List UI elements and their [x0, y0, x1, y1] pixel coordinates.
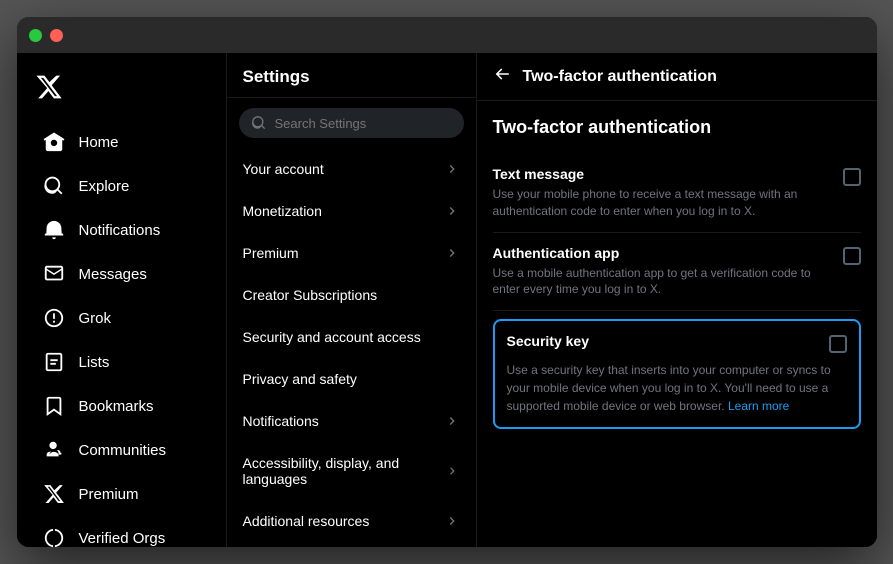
sidebar-logo[interactable]: [17, 63, 226, 120]
security-key-checkbox[interactable]: [829, 335, 847, 353]
search-input[interactable]: [275, 116, 452, 131]
chevron-right-icon: [444, 203, 460, 219]
sidebar-label-verified-orgs: Verified Orgs: [79, 530, 166, 547]
text-message-text: Text message Use your mobile phone to re…: [493, 166, 831, 220]
settings-label: Monetization: [243, 203, 322, 219]
security-key-box: Security key Use a security key that ins…: [493, 319, 861, 429]
sidebar-label-communities: Communities: [79, 442, 167, 459]
sidebar-item-messages[interactable]: Messages: [25, 253, 218, 295]
sidebar-item-lists[interactable]: Lists: [25, 341, 218, 383]
sidebar-item-verified-orgs[interactable]: Verified Orgs: [25, 517, 218, 547]
settings-item-help-center[interactable]: Help Center: [227, 542, 476, 547]
settings-title: Settings: [227, 53, 476, 98]
app-window: Home Explore Notifications Messages Grok: [17, 17, 877, 547]
settings-item-additional-resources[interactable]: Additional resources: [227, 500, 476, 542]
settings-item-premium[interactable]: Premium: [227, 232, 476, 274]
security-key-header: Security key: [507, 333, 847, 353]
back-button[interactable]: [493, 65, 511, 88]
settings-item-accessibility[interactable]: Accessibility, display, and languages: [227, 442, 476, 500]
settings-item-privacy[interactable]: Privacy and safety: [227, 358, 476, 400]
text-message-checkbox[interactable]: [843, 168, 861, 186]
sidebar-label-explore: Explore: [79, 178, 130, 195]
sidebar-label-home: Home: [79, 134, 119, 151]
traffic-light-green[interactable]: [29, 29, 42, 42]
settings-label: Accessibility, display, and languages: [243, 455, 446, 487]
sidebar-item-home[interactable]: Home: [25, 121, 218, 163]
text-message-label: Text message: [493, 166, 831, 182]
titlebar: [17, 17, 877, 53]
sidebar-label-notifications: Notifications: [79, 222, 161, 239]
settings-item-creator-subscriptions[interactable]: Creator Subscriptions: [227, 274, 476, 316]
sidebar-item-explore[interactable]: Explore: [25, 165, 218, 207]
settings-item-your-account[interactable]: Your account: [227, 148, 476, 190]
text-message-option: Text message Use your mobile phone to re…: [493, 154, 861, 233]
learn-more-link[interactable]: Learn more: [728, 399, 789, 413]
search-bar[interactable]: [239, 108, 464, 138]
search-icon: [251, 115, 267, 131]
sidebar-label-bookmarks: Bookmarks: [79, 398, 154, 415]
sidebar-label-lists: Lists: [79, 354, 110, 371]
settings-item-monetization[interactable]: Monetization: [227, 190, 476, 232]
sidebar-item-communities[interactable]: Communities: [25, 429, 218, 471]
chevron-right-icon: [444, 161, 460, 177]
app-container: Home Explore Notifications Messages Grok: [17, 53, 877, 547]
settings-panel: Settings Your account Monetization Premi…: [227, 53, 477, 547]
sidebar-label-premium: Premium: [79, 486, 139, 503]
settings-item-notifications[interactable]: Notifications: [227, 400, 476, 442]
sidebar-label-messages: Messages: [79, 266, 147, 283]
sidebar-item-grok[interactable]: Grok: [25, 297, 218, 339]
section-title: Two-factor authentication: [493, 117, 861, 138]
auth-app-label: Authentication app: [493, 245, 831, 261]
security-key-label: Security key: [507, 333, 590, 349]
settings-label: Creator Subscriptions: [243, 287, 378, 303]
settings-label: Privacy and safety: [243, 371, 357, 387]
right-header-title: Two-factor authentication: [523, 68, 717, 86]
auth-app-option: Authentication app Use a mobile authenti…: [493, 233, 861, 312]
sidebar-label-grok: Grok: [79, 310, 112, 327]
settings-label: Your account: [243, 161, 324, 177]
chevron-right-icon: [445, 463, 459, 479]
settings-label: Premium: [243, 245, 299, 261]
sidebar: Home Explore Notifications Messages Grok: [17, 53, 227, 547]
settings-item-security[interactable]: Security and account access: [227, 316, 476, 358]
traffic-light-red[interactable]: [50, 29, 63, 42]
settings-label: Notifications: [243, 413, 319, 429]
security-key-desc: Use a security key that inserts into you…: [507, 361, 847, 415]
settings-label: Additional resources: [243, 513, 370, 529]
right-content: Two-factor authentication Text message U…: [477, 101, 877, 445]
sidebar-item-notifications[interactable]: Notifications: [25, 209, 218, 251]
text-message-desc: Use your mobile phone to receive a text …: [493, 186, 831, 220]
sidebar-item-premium[interactable]: Premium: [25, 473, 218, 515]
chevron-right-icon: [444, 513, 460, 529]
auth-app-text: Authentication app Use a mobile authenti…: [493, 245, 831, 299]
sidebar-item-bookmarks[interactable]: Bookmarks: [25, 385, 218, 427]
auth-app-desc: Use a mobile authentication app to get a…: [493, 265, 831, 299]
chevron-right-icon: [444, 413, 460, 429]
right-panel: Two-factor authentication Two-factor aut…: [477, 53, 877, 547]
settings-label: Security and account access: [243, 329, 421, 345]
chevron-right-icon: [444, 245, 460, 261]
auth-app-checkbox[interactable]: [843, 247, 861, 265]
right-header: Two-factor authentication: [477, 53, 877, 101]
